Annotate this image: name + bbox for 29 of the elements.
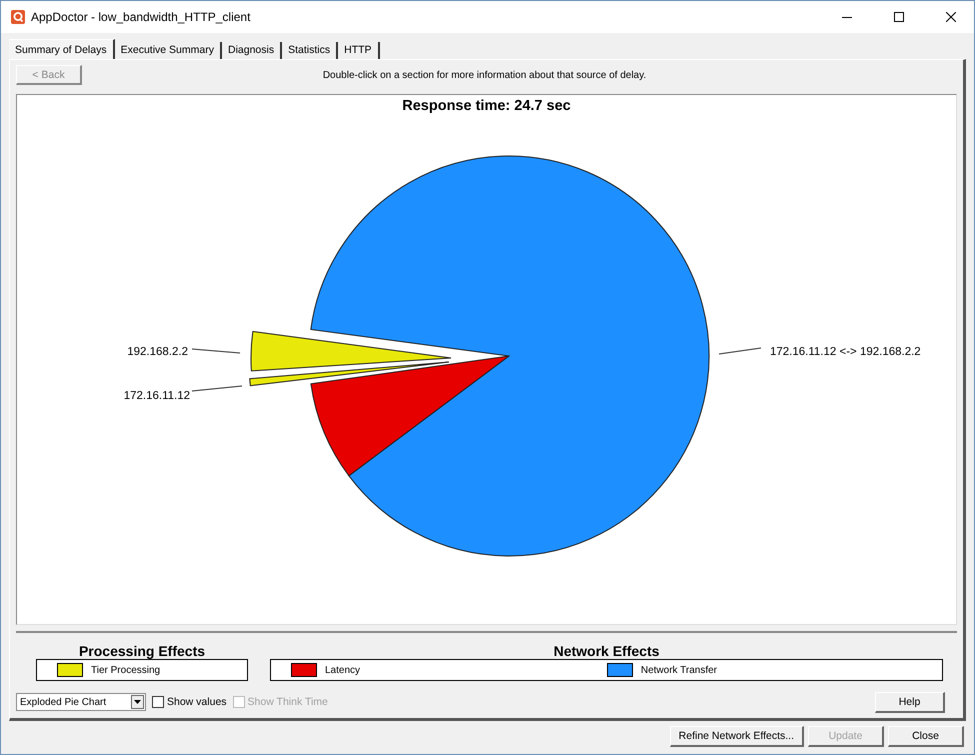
- pie-slice[interactable]: [310, 356, 510, 476]
- slice-label: 172.16.11.12 <-> 192.168.2.2: [770, 346, 921, 358]
- pie-slice[interactable]: [250, 331, 452, 372]
- legend-label: Tier Processing: [91, 664, 160, 676]
- leader-line: [192, 386, 242, 392]
- chart-type-dropdown[interactable]: Exploded Pie Chart: [16, 693, 146, 711]
- chart-title: Response time: 24.7 sec: [402, 98, 571, 114]
- checkbox[interactable]: Show values: [152, 696, 227, 708]
- dialog-button[interactable]: Close: [888, 726, 964, 747]
- minimize-icon[interactable]: [842, 16, 852, 18]
- tab[interactable]: Summary of Delays: [9, 39, 115, 59]
- leader-line: [718, 348, 762, 354]
- window-title: AppDoctor - low_bandwidth_HTTP_client: [31, 10, 252, 24]
- pie-slice[interactable]: [249, 362, 450, 386]
- dialog-button[interactable]: Refine Network Effects...: [670, 726, 804, 747]
- maximize-icon[interactable]: [894, 12, 904, 22]
- legend-label: Latency: [325, 664, 360, 676]
- legend-label: Network Transfer: [640, 664, 717, 676]
- legend-title: Processing Effects: [78, 643, 206, 659]
- slice-label: 172.16.11.12: [124, 390, 190, 402]
- slice-label: 192.168.2.2: [127, 346, 188, 358]
- caret-icon: [134, 700, 141, 704]
- leader-line: [192, 348, 240, 354]
- tab[interactable]: Executive Summary: [114, 42, 222, 59]
- legend-title: Network Effects: [554, 643, 660, 659]
- help-button[interactable]: Help: [875, 692, 945, 712]
- close-icon[interactable]: [946, 12, 956, 22]
- hint-text: Double-click on a section for more information about that source of delay.: [322, 70, 648, 80]
- app-icon: [11, 10, 25, 24]
